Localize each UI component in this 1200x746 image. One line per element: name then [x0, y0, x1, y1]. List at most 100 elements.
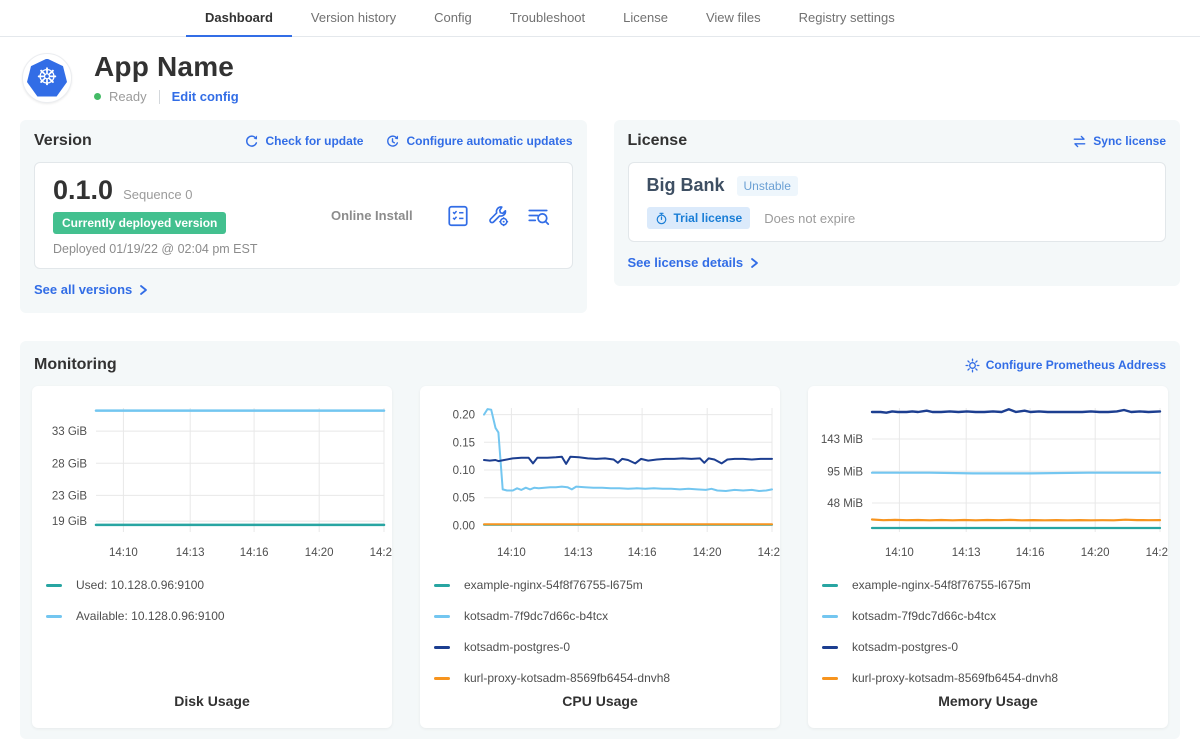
sync-icon: [1072, 134, 1087, 149]
legend-swatch: [822, 615, 838, 618]
version-number: 0.1.0: [53, 175, 113, 206]
disk-usage-chart: 33 GiB28 GiB23 GiB19 GiB14:1014:1314:161…: [32, 400, 392, 570]
chevron-right-icon: [137, 284, 149, 296]
edit-config-wrench-icon[interactable]: [486, 204, 510, 228]
status-row: Ready Edit config: [94, 89, 239, 104]
version-info: 0.1.0 Sequence 0 Currently deployed vers…: [53, 175, 303, 256]
app-header: ☸ App Name Ready Edit config: [0, 37, 1200, 108]
legend-swatch: [822, 646, 838, 649]
legend-swatch: [822, 677, 838, 680]
svg-text:14:23: 14:23: [370, 547, 392, 559]
svg-text:14:20: 14:20: [693, 547, 722, 559]
svg-text:14:13: 14:13: [564, 547, 593, 559]
svg-text:14:13: 14:13: [176, 547, 205, 559]
tab-dashboard[interactable]: Dashboard: [186, 0, 292, 37]
tab-config[interactable]: Config: [415, 0, 491, 37]
configure-updates-label: Configure automatic updates: [406, 134, 572, 148]
nav-tabs: DashboardVersion historyConfigTroublesho…: [186, 0, 914, 36]
legend-item: kurl-proxy-kotsadm-8569fb6454-dnvh8: [434, 671, 766, 685]
edit-config-link[interactable]: Edit config: [172, 89, 239, 104]
customer-name: Big Bank: [647, 175, 725, 196]
legend-label: kotsadm-postgres-0: [852, 640, 958, 654]
license-detail-row: Trial license Does not expire: [647, 207, 1148, 229]
sequence-label: Sequence 0: [123, 187, 192, 202]
memory-usage-panel: 143 MiB95 MiB48 MiB14:1014:1314:1614:201…: [808, 386, 1168, 728]
version-header-links: Check for update Configure automatic upd…: [244, 134, 572, 149]
view-logs-icon[interactable]: [526, 204, 550, 228]
legend-label: Available: 10.128.0.96:9100: [76, 609, 225, 623]
legend-item: kotsadm-7f9dc7d66c-b4tcx: [434, 609, 766, 623]
cpu-usage-panel: 0.200.150.100.050.0014:1014:1314:1614:20…: [420, 386, 780, 728]
see-license-details-link[interactable]: See license details: [628, 255, 761, 270]
schedule-update-icon: [385, 134, 400, 149]
legend-item: kotsadm-postgres-0: [434, 640, 766, 654]
page-title: App Name: [94, 51, 239, 83]
refresh-icon: [244, 134, 259, 149]
legend-label: example-nginx-54f8f76755-l675m: [464, 578, 643, 592]
monitoring-card: Monitoring Configure Prometheus Address …: [20, 341, 1180, 739]
gear-icon: [965, 358, 980, 373]
svg-text:0.20: 0.20: [453, 410, 475, 422]
svg-text:14:13: 14:13: [952, 547, 981, 559]
tab-troubleshoot[interactable]: Troubleshoot: [491, 0, 604, 37]
svg-text:14:20: 14:20: [305, 547, 334, 559]
disk-usage-legend: Used: 10.128.0.96:9100Available: 10.128.…: [32, 570, 392, 623]
svg-text:0.05: 0.05: [453, 493, 475, 505]
license-card-title: License: [628, 132, 688, 150]
monitoring-header: Monitoring Configure Prometheus Address: [32, 353, 1168, 374]
memory-usage-legend: example-nginx-54f8f76755-l675mkotsadm-7f…: [808, 570, 1168, 685]
configure-prometheus-link[interactable]: Configure Prometheus Address: [965, 358, 1166, 373]
status-badge: Ready: [109, 89, 147, 104]
kots-dashboard-page: DashboardVersion historyConfigTroublesho…: [0, 0, 1200, 746]
svg-text:14:10: 14:10: [497, 547, 526, 559]
license-name-row: Big Bank Unstable: [647, 175, 1148, 196]
expiry-label: Does not expire: [764, 211, 855, 226]
legend-swatch: [46, 615, 62, 618]
current-version-panel: 0.1.0 Sequence 0 Currently deployed vers…: [34, 162, 573, 269]
svg-text:14:10: 14:10: [109, 547, 138, 559]
tab-registry-settings[interactable]: Registry settings: [780, 0, 914, 37]
legend-item: example-nginx-54f8f76755-l675m: [434, 578, 766, 592]
sync-license-link[interactable]: Sync license: [1072, 134, 1166, 149]
svg-text:14:10: 14:10: [885, 547, 914, 559]
trial-license-badge: Trial license: [647, 207, 751, 229]
legend-item: kurl-proxy-kotsadm-8569fb6454-dnvh8: [822, 671, 1154, 685]
trial-license-label: Trial license: [674, 211, 743, 225]
license-card: License Sync license Big Bank Unstable T…: [614, 120, 1181, 286]
divider: [159, 90, 160, 104]
legend-swatch: [46, 584, 62, 587]
legend-swatch: [434, 677, 450, 680]
disk-usage-panel: 33 GiB28 GiB23 GiB19 GiB14:1014:1314:161…: [32, 386, 392, 728]
tab-version-history[interactable]: Version history: [292, 0, 415, 37]
app-avatar: ☸: [22, 53, 72, 103]
legend-item: kotsadm-postgres-0: [822, 640, 1154, 654]
see-all-versions-label: See all versions: [34, 282, 132, 297]
app-title-block: App Name Ready Edit config: [94, 51, 239, 104]
svg-text:33 GiB: 33 GiB: [52, 426, 87, 438]
top-nav: DashboardVersion historyConfigTroublesho…: [0, 0, 1200, 37]
version-card-header: Version Check for update Configure autom…: [34, 132, 573, 150]
svg-text:0.15: 0.15: [453, 437, 475, 449]
chart-panels: 33 GiB28 GiB23 GiB19 GiB14:1014:1314:161…: [32, 386, 1168, 728]
svg-text:14:16: 14:16: [628, 547, 657, 559]
legend-label: kurl-proxy-kotsadm-8569fb6454-dnvh8: [852, 671, 1058, 685]
check-for-update-link[interactable]: Check for update: [244, 134, 363, 149]
legend-item: Available: 10.128.0.96:9100: [46, 609, 378, 623]
version-card-title: Version: [34, 132, 92, 150]
tab-license[interactable]: License: [604, 0, 687, 37]
legend-swatch: [434, 646, 450, 649]
license-panel: Big Bank Unstable Trial license Does not…: [628, 162, 1167, 242]
preflight-checks-icon[interactable]: [446, 204, 470, 228]
svg-text:19 GiB: 19 GiB: [52, 516, 87, 528]
cpu-usage-chart: 0.200.150.100.050.0014:1014:1314:1614:20…: [420, 400, 780, 570]
top-cards-row: Version Check for update Configure autom…: [20, 120, 1180, 313]
configure-updates-link[interactable]: Configure automatic updates: [385, 134, 572, 149]
chart-title: CPU Usage: [420, 693, 780, 728]
svg-text:14:20: 14:20: [1081, 547, 1110, 559]
chart-title: Disk Usage: [32, 693, 392, 728]
legend-label: kotsadm-postgres-0: [464, 640, 570, 654]
tab-view-files[interactable]: View files: [687, 0, 780, 37]
see-all-versions-link[interactable]: See all versions: [34, 282, 149, 297]
legend-swatch: [434, 584, 450, 587]
svg-text:95 MiB: 95 MiB: [827, 466, 863, 478]
